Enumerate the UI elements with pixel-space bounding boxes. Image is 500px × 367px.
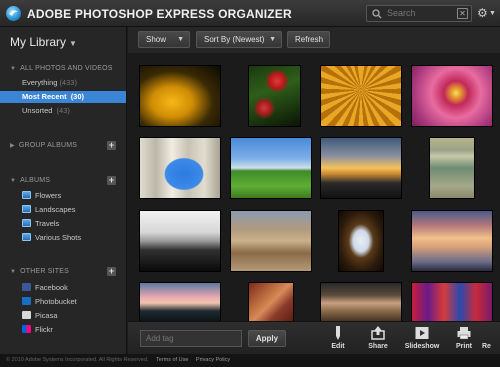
photo-thumbnail[interactable] <box>429 137 475 199</box>
triangle-down-icon: ▼ <box>10 178 17 184</box>
photo-thumbnail[interactable] <box>230 137 312 199</box>
photo-thumbnail[interactable] <box>139 65 221 127</box>
photo-thumbnail[interactable] <box>320 282 402 321</box>
print-button[interactable]: Print <box>446 326 482 350</box>
clear-search-icon[interactable]: ✕ <box>457 8 468 19</box>
more-icon <box>484 326 498 340</box>
copyright-text: © 2010 Adobe Systems Incorporated. All R… <box>6 357 149 363</box>
photo-thumbnail[interactable] <box>411 282 493 321</box>
photo-thumbnail[interactable] <box>248 282 294 321</box>
site-item-facebook[interactable]: Facebook <box>22 282 68 293</box>
photo-thumbnail[interactable] <box>411 210 493 272</box>
sidebar-item-most-recent[interactable]: Most Recent (30) <box>0 91 126 103</box>
add-group-album-button[interactable]: + <box>107 141 116 150</box>
triangle-down-icon: ▼ <box>10 269 17 275</box>
photo-thumbnail[interactable] <box>139 210 221 272</box>
add-tag-input[interactable]: Add tag <box>140 330 242 347</box>
site-item-flickr[interactable]: Flickr <box>22 324 53 335</box>
album-icon <box>22 233 31 241</box>
album-item-travels[interactable]: Travels <box>22 218 59 229</box>
section-albums[interactable]: ▼ ALBUMS <box>10 177 50 184</box>
album-item-flowers[interactable]: Flowers <box>22 190 61 201</box>
settings-menu[interactable]: ⚙ ▼ <box>477 6 497 21</box>
chevron-down-icon: ▼ <box>489 10 496 17</box>
toolbar: Show ▼ Sort By (Newest) ▼ Refresh <box>128 27 500 53</box>
photo-thumbnail[interactable] <box>139 282 221 321</box>
search-icon <box>372 9 382 19</box>
bottom-bar: Add tag Apply Edit Share Slideshow Print… <box>128 321 500 354</box>
show-dropdown[interactable]: Show ▼ <box>138 31 190 48</box>
section-all-photos[interactable]: ▼ ALL PHOTOS AND VIDEOS <box>10 65 113 72</box>
photo-thumbnail[interactable] <box>139 137 221 199</box>
section-other-sites[interactable]: ▼ OTHER SITES <box>10 268 69 275</box>
more-actions-button[interactable]: Re <box>482 326 500 350</box>
photo-thumbnail[interactable] <box>411 65 493 127</box>
photo-thumbnail[interactable] <box>320 65 402 127</box>
picasa-icon <box>22 311 31 319</box>
slideshow-button[interactable]: Slideshow <box>404 326 440 350</box>
search-input[interactable]: Search ✕ <box>366 5 472 22</box>
chevron-down-icon: ▼ <box>269 36 276 43</box>
photo-thumbnail[interactable] <box>320 137 402 199</box>
site-item-picasa[interactable]: Picasa <box>22 310 58 321</box>
photo-thumbnail[interactable] <box>338 210 384 272</box>
chevron-down-icon: ▼ <box>69 39 77 48</box>
privacy-link[interactable]: Privacy Policy <box>196 357 230 363</box>
edit-button[interactable]: Edit <box>320 326 356 350</box>
app-logo-icon <box>6 6 21 21</box>
app-title: ADOBE PHOTOSHOP EXPRESS ORGANIZER <box>27 7 292 21</box>
title-bar: ADOBE PHOTOSHOP EXPRESS ORGANIZER Search… <box>0 0 500 27</box>
chevron-down-icon: ▼ <box>177 36 184 43</box>
album-icon <box>22 219 31 227</box>
flickr-icon <box>22 325 31 333</box>
terms-link[interactable]: Terms of Use <box>156 357 188 363</box>
apply-button[interactable]: Apply <box>248 330 286 347</box>
sidebar-item-unsorted[interactable]: Unsorted (43) <box>0 105 126 117</box>
footer: © 2010 Adobe Systems Incorporated. All R… <box>0 354 500 367</box>
sidebar-item-everything[interactable]: Everything (433) <box>0 77 126 89</box>
triangle-right-icon: ▶ <box>10 143 15 149</box>
pencil-icon <box>336 326 340 340</box>
printer-icon <box>457 327 471 340</box>
triangle-down-icon: ▼ <box>10 66 17 72</box>
photobucket-icon <box>22 297 31 305</box>
photo-thumbnail[interactable] <box>230 210 312 272</box>
library-selector[interactable]: My Library ▼ <box>10 35 77 49</box>
photo-grid <box>128 53 500 321</box>
facebook-icon <box>22 283 31 291</box>
gear-icon: ⚙ <box>477 6 488 20</box>
refresh-button[interactable]: Refresh <box>287 31 330 48</box>
play-icon <box>415 327 429 339</box>
sort-dropdown[interactable]: Sort By (Newest) ▼ <box>196 31 282 48</box>
photo-thumbnail[interactable] <box>248 65 301 127</box>
album-icon <box>22 205 31 213</box>
add-site-button[interactable]: + <box>107 267 116 276</box>
share-button[interactable]: Share <box>360 326 396 350</box>
add-album-button[interactable]: + <box>107 176 116 185</box>
share-icon <box>371 326 385 340</box>
library-title: My Library <box>10 35 67 49</box>
album-item-landscapes[interactable]: Landscapes <box>22 204 75 215</box>
album-icon <box>22 191 31 199</box>
search-placeholder: Search <box>387 8 416 18</box>
album-item-various-shots[interactable]: Various Shots <box>22 232 81 243</box>
site-item-photobucket[interactable]: Photobucket <box>22 296 77 307</box>
sidebar: My Library ▼ ▼ ALL PHOTOS AND VIDEOS Every… <box>0 27 127 354</box>
section-group-albums[interactable]: ▶ GROUP ALBUMS <box>10 142 77 149</box>
